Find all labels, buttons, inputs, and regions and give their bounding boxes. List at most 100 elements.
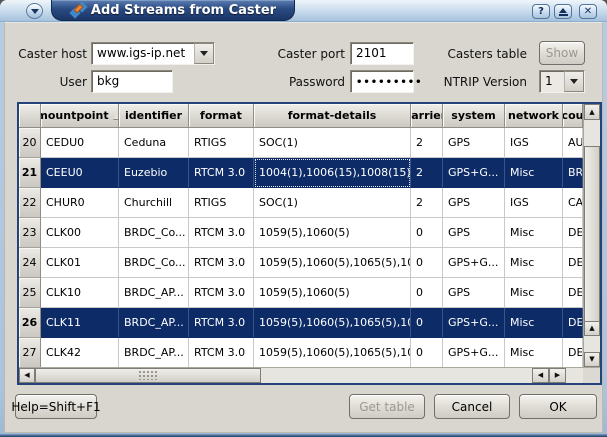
table-cell[interactable]: GPS+G... xyxy=(443,308,505,338)
row-number[interactable]: 20 xyxy=(19,128,41,158)
table-cell[interactable]: 1059(5),1060(5),1065(5),106... xyxy=(254,248,411,278)
table-cell[interactable]: BRDC_AP... xyxy=(119,308,189,338)
table-cell[interactable]: GPS xyxy=(443,188,505,218)
table-cell[interactable]: RTCM 3.0 xyxy=(189,218,254,248)
table-cell[interactable]: CLK42 xyxy=(41,338,119,367)
table-cell[interactable]: SOC(1) xyxy=(254,128,411,158)
table-cell[interactable]: 0 xyxy=(411,338,443,367)
get-table-button[interactable]: Get table xyxy=(349,394,425,419)
table-cell[interactable]: Misc xyxy=(505,278,563,308)
window-menu-button[interactable] xyxy=(26,3,43,19)
table-cell[interactable]: 0 xyxy=(411,218,443,248)
horizontal-scrollbar-thumb[interactable] xyxy=(35,368,261,383)
column-header[interactable]: mountpoint xyxy=(41,104,119,128)
table-cell[interactable]: BRDC_AP... xyxy=(119,278,189,308)
close-window-button[interactable]: ✕ xyxy=(579,4,597,19)
table-cell[interactable]: DEU xyxy=(563,218,583,248)
table-cell[interactable]: RTCM 3.0 xyxy=(189,248,254,278)
scroll-down-button[interactable]: ▼ xyxy=(584,352,600,367)
table-cell[interactable]: CAN xyxy=(563,188,583,218)
table-cell[interactable]: IGS xyxy=(505,188,563,218)
table-cell[interactable]: RTCM 3.0 xyxy=(189,338,254,367)
table-corner-header[interactable] xyxy=(19,104,41,128)
caster-host-dropdown-button[interactable] xyxy=(194,43,214,64)
row-number[interactable]: 27 xyxy=(19,338,41,367)
table-row[interactable]: 21CEEU0EuzebioRTCM 3.01004(1),1006(15),1… xyxy=(19,158,583,188)
table-cell[interactable]: 2 xyxy=(411,188,443,218)
table-cell[interactable]: DEU xyxy=(563,278,583,308)
column-header[interactable]: format xyxy=(189,104,254,128)
scroll-right-button[interactable]: ▶ xyxy=(549,368,566,383)
table-cell[interactable]: 2 xyxy=(411,158,443,188)
table-cell[interactable]: 1059(5),1060(5) xyxy=(254,218,411,248)
caster-port-input[interactable]: 2101 xyxy=(350,42,414,65)
help-button[interactable]: Help=Shift+F1 xyxy=(15,394,97,419)
table-cell[interactable]: BRDC_Co... xyxy=(119,218,189,248)
table-cell[interactable]: CLK00 xyxy=(41,218,119,248)
row-number[interactable]: 22 xyxy=(19,188,41,218)
table-cell[interactable]: DEU xyxy=(563,248,583,278)
row-number[interactable]: 25 xyxy=(19,278,41,308)
vertical-scrollbar[interactable]: ▲ ▲ ▼ xyxy=(583,104,600,367)
table-cell[interactable]: 1059(5),1060(5),1065(5),106... xyxy=(254,308,411,338)
table-row[interactable]: 23CLK00BRDC_Co...RTCM 3.01059(5),1060(5)… xyxy=(19,218,583,248)
table-cell[interactable]: RTIGS xyxy=(189,188,254,218)
table-cell[interactable]: BRDC_Co... xyxy=(119,248,189,278)
table-cell[interactable]: GPS+G... xyxy=(443,158,505,188)
scroll-left-button-right[interactable]: ◀ xyxy=(532,368,549,383)
table-cell[interactable]: Euzebio xyxy=(119,158,189,188)
table-cell[interactable]: 0 xyxy=(411,308,443,338)
user-input[interactable]: bkg xyxy=(91,70,173,93)
table-cell[interactable]: Misc xyxy=(505,248,563,278)
horizontal-scrollbar[interactable]: ◀ ◀ ▶ xyxy=(19,367,600,383)
table-cell[interactable]: 0 xyxy=(411,248,443,278)
table-row[interactable]: 27CLK42BRDC_AP...RTCM 3.01059(5),1060(5)… xyxy=(19,338,583,367)
table-cell[interactable]: Misc xyxy=(505,308,563,338)
table-cell[interactable]: SOC(1) xyxy=(254,188,411,218)
table-cell[interactable]: 2 xyxy=(411,128,443,158)
table-cell[interactable]: 1059(5),1060(5) xyxy=(254,278,411,308)
table-cell[interactable]: CHUR0 xyxy=(41,188,119,218)
table-row[interactable]: 24CLK01BRDC_Co...RTCM 3.01059(5),1060(5)… xyxy=(19,248,583,278)
vertical-scrollbar-thumb[interactable] xyxy=(584,146,600,324)
table-cell[interactable]: GPS+G... xyxy=(443,248,505,278)
column-header[interactable]: identifier xyxy=(119,104,189,128)
table-cell[interactable]: RTCM 3.0 xyxy=(189,308,254,338)
table-cell[interactable]: CLK10 xyxy=(41,278,119,308)
column-header[interactable]: network xyxy=(505,104,563,128)
table-cell[interactable]: BRDC_AP... xyxy=(119,338,189,367)
scroll-up-button-bottom[interactable]: ▲ xyxy=(584,321,600,336)
table-row[interactable]: 26CLK11BRDC_AP...RTCM 3.01059(5),1060(5)… xyxy=(19,308,583,338)
scroll-left-button[interactable]: ◀ xyxy=(19,368,35,383)
cancel-button[interactable]: Cancel xyxy=(434,394,510,419)
table-cell[interactable]: GPS xyxy=(443,278,505,308)
table-cell[interactable]: AUS xyxy=(563,128,583,158)
column-header[interactable]: :arrier xyxy=(411,104,443,128)
column-header[interactable]: system xyxy=(443,104,505,128)
table-cell[interactable]: Misc xyxy=(505,158,563,188)
row-number[interactable]: 23 xyxy=(19,218,41,248)
table-row[interactable]: 20CEDU0CedunaRTIGSSOC(1)2GPSIGSAUS xyxy=(19,128,583,158)
table-cell[interactable]: GPS+G... xyxy=(443,338,505,367)
scroll-up-button[interactable]: ▲ xyxy=(584,104,600,120)
ntrip-version-combobox[interactable]: 1 xyxy=(539,70,585,93)
ntrip-version-dropdown-button[interactable] xyxy=(564,71,584,92)
table-cell[interactable]: 1059(5),1060(5),1065(5),106... xyxy=(254,338,411,367)
table-cell[interactable]: Churchill xyxy=(119,188,189,218)
table-cell[interactable]: IGS xyxy=(505,128,563,158)
table-cell[interactable]: CLK01 xyxy=(41,248,119,278)
table-cell[interactable]: GPS xyxy=(443,128,505,158)
table-cell[interactable]: 0 xyxy=(411,278,443,308)
table-cell[interactable]: GPS xyxy=(443,218,505,248)
table-cell[interactable]: RTCM 3.0 xyxy=(189,278,254,308)
table-cell[interactable]: DEU xyxy=(563,308,583,338)
row-number[interactable]: 26 xyxy=(19,308,41,338)
table-cell[interactable]: RTIGS xyxy=(189,128,254,158)
show-button[interactable]: Show xyxy=(539,41,585,65)
table-cell[interactable]: Misc xyxy=(505,338,563,367)
table-row[interactable]: 25CLK10BRDC_AP...RTCM 3.01059(5),1060(5)… xyxy=(19,278,583,308)
help-window-button[interactable]: ? xyxy=(532,4,550,19)
ok-button[interactable]: OK xyxy=(519,394,597,419)
table-cell[interactable]: CLK11 xyxy=(41,308,119,338)
column-header[interactable]: format-details xyxy=(254,104,411,128)
